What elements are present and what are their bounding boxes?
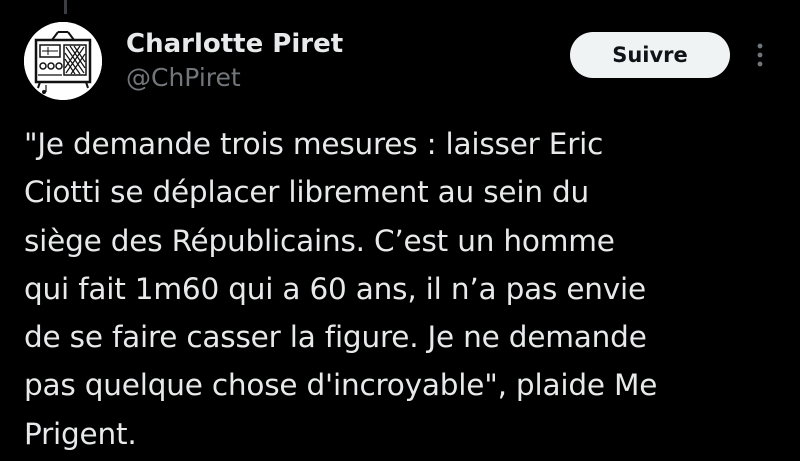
author-info: Charlotte Piret @ChPiret [126,28,343,94]
follow-button[interactable]: Suivre [570,32,730,78]
avatar[interactable] [24,22,102,100]
tweet-text: "Je demande trois mesures : laisser Eric… [24,127,658,451]
author-display-name[interactable]: Charlotte Piret [126,28,343,60]
author-handle[interactable]: @ChPiret [126,62,343,94]
tweet: Charlotte Piret @ChPiret Suivre "Je dema… [0,0,800,461]
more-vertical-icon [757,43,763,67]
more-options-button[interactable] [748,38,772,72]
radio-sketch-icon [24,22,102,100]
